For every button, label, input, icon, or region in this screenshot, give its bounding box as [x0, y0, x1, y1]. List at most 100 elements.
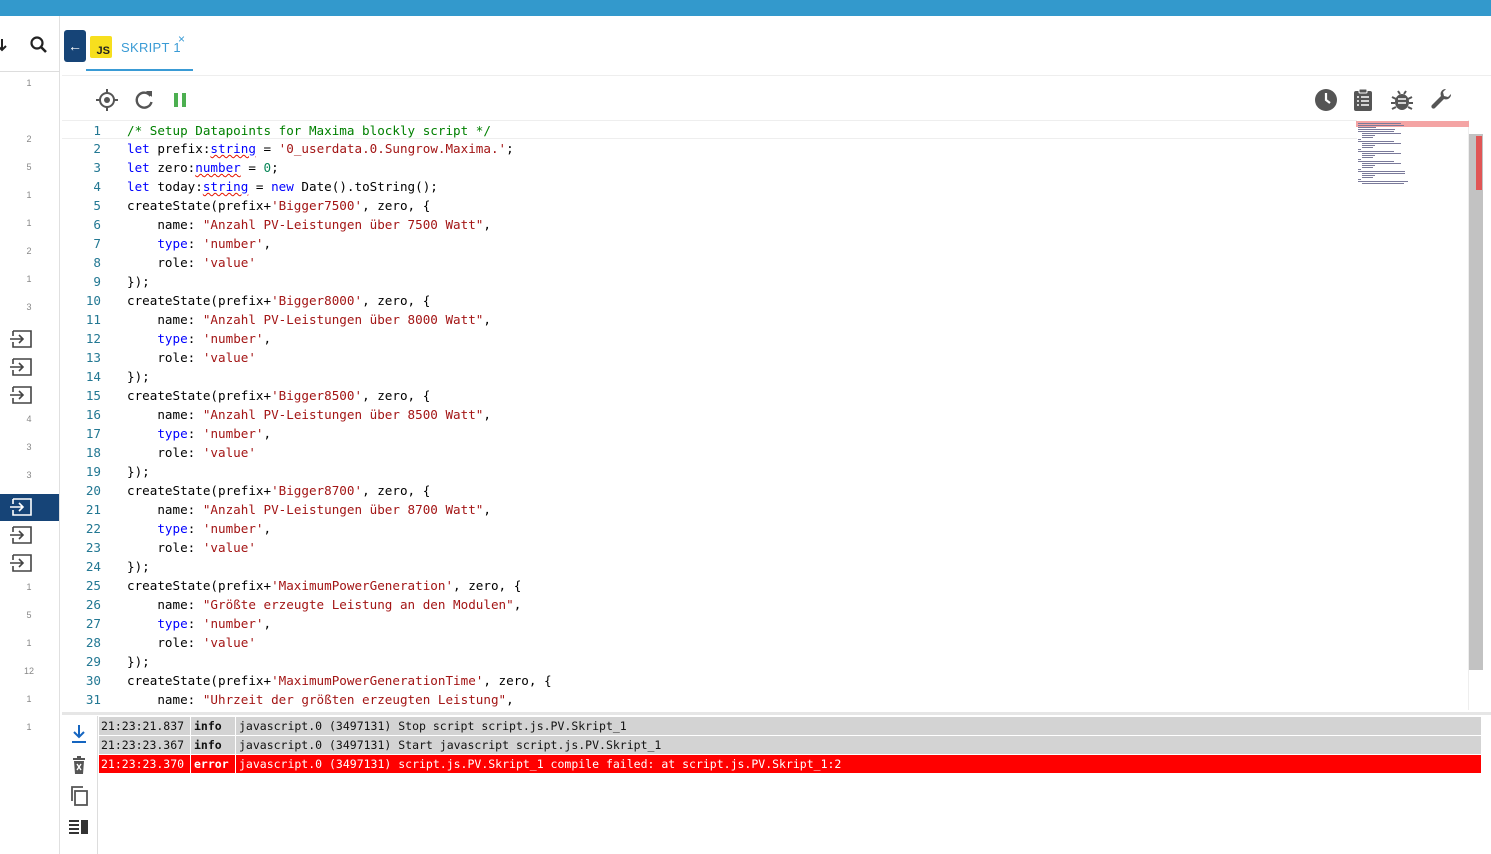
minimap-line: [1358, 123, 1402, 124]
line-number: 25: [85, 578, 101, 593]
log-message: javascript.0 (3497131) Stop script scrip…: [239, 719, 627, 733]
toggle-columns-icon[interactable]: [68, 816, 90, 838]
code-line[interactable]: 3 let zero:number = 0;: [62, 158, 1357, 177]
script-tree-count: 1: [26, 638, 32, 648]
script-entry-icon[interactable]: [10, 526, 34, 544]
pause-icon[interactable]: [168, 88, 192, 112]
code-line[interactable]: 10 createState(prefix+'Bigger8000', zero,…: [62, 291, 1357, 310]
line-number: 11: [85, 312, 101, 327]
app-top-bar: [0, 0, 1491, 16]
code-line[interactable]: 30 createState(prefix+'MaximumPowerGenera…: [62, 671, 1357, 690]
search-icon[interactable]: [29, 35, 49, 55]
script-tree-count: 1: [26, 582, 32, 592]
code-line[interactable]: 23 role: 'value': [62, 538, 1357, 557]
tab-close-icon[interactable]: ×: [178, 32, 185, 46]
log-row[interactable]: 21:23:23.367 info javascript.0 (3497131) S…: [99, 736, 1481, 754]
code-text: let prefix:string = '0_userdata.0.Sungro…: [127, 141, 514, 156]
log-row[interactable]: 21:23:23.370 error javascript.0 (3497131) …: [99, 755, 1481, 773]
bug-icon[interactable]: [1390, 88, 1414, 112]
code-text: type: 'number',: [157, 236, 272, 251]
minimap-line: [1361, 155, 1376, 156]
log-severity: info: [192, 736, 236, 754]
script-tree-count: 1: [26, 722, 32, 732]
code-line[interactable]: 29});: [62, 652, 1357, 671]
code-line[interactable]: 17 type: 'number',: [62, 424, 1357, 443]
editor-toolbar: [62, 78, 1482, 120]
code-text: name: "Anzahl PV-Leistungen über 8500 Wa…: [127, 407, 491, 422]
code-line[interactable]: 26 name: "Größte erzeugte Leistung an de…: [62, 595, 1357, 614]
script-tree-count: 3: [26, 302, 32, 312]
line-number: 18: [85, 445, 101, 460]
code-line[interactable]: 19});: [62, 462, 1357, 481]
code-text: name: "Anzahl PV-Leistungen über 8000 Wa…: [127, 312, 491, 327]
code-line[interactable]: 18 role: 'value': [62, 443, 1357, 462]
tab-bar: ← JS SKRIPT 1 ×: [62, 16, 1491, 76]
code-line[interactable]: 22 type: 'number',: [62, 519, 1357, 538]
code-line[interactable]: 1 /* Setup Datapoints for Maxima blockly …: [62, 120, 1357, 139]
code-editor[interactable]: 1 /* Setup Datapoints for Maxima blockly …: [62, 120, 1482, 710]
line-number: 29: [85, 654, 101, 669]
script-tree-count: 2: [26, 246, 32, 256]
code-line[interactable]: 25 createState(prefix+'MaximumPowerGenera…: [62, 576, 1357, 595]
line-number: 30: [85, 673, 101, 688]
minimap-line: [1358, 179, 1361, 180]
code-line[interactable]: 6 name: "Anzahl PV-Leistungen über 7500 …: [62, 215, 1357, 234]
script-entry-icon[interactable]: [10, 498, 34, 516]
code-line[interactable]: 28 role: 'value': [62, 633, 1357, 652]
code-line[interactable]: 4 let today:string = new Date().toString(…: [62, 177, 1357, 196]
code-line[interactable]: 8 role: 'value': [62, 253, 1357, 272]
tab-skript-1[interactable]: SKRIPT 1: [121, 40, 181, 55]
active-tab-indicator: [86, 69, 193, 71]
line-number: 17: [85, 426, 101, 441]
code-line[interactable]: 21 name: "Anzahl PV-Leistungen über 8700…: [62, 500, 1357, 519]
clear-log-icon[interactable]: [68, 754, 90, 776]
code-text: });: [127, 559, 150, 574]
code-line[interactable]: 11 name: "Anzahl PV-Leistungen über 8000…: [62, 310, 1357, 329]
line-number: 28: [85, 635, 101, 650]
code-line[interactable]: 7 type: 'number',: [62, 234, 1357, 253]
script-entry-icon[interactable]: [10, 554, 34, 572]
code-line[interactable]: 24});: [62, 557, 1357, 576]
code-line[interactable]: 16 name: "Anzahl PV-Leistungen über 8500…: [62, 405, 1357, 424]
log-toolbar: [62, 716, 98, 854]
refresh-icon[interactable]: [132, 88, 156, 112]
log-message: javascript.0 (3497131) script.js.PV.Skri…: [239, 757, 842, 771]
minimap-line: [1361, 175, 1376, 176]
code-line[interactable]: 14});: [62, 367, 1357, 386]
script-tree-count: 12: [23, 666, 34, 676]
code-text: role: 'value': [127, 635, 256, 650]
wrench-icon[interactable]: [1430, 88, 1454, 112]
code-text: name: "Größte erzeugte Leistung an den M…: [127, 597, 522, 612]
code-minimap[interactable]: [1356, 120, 1476, 710]
scroll-to-bottom-icon[interactable]: [68, 722, 90, 744]
target-icon[interactable]: [95, 88, 119, 112]
code-line[interactable]: 20 createState(prefix+'Bigger8700', zero,…: [62, 481, 1357, 500]
code-line[interactable]: 15 createState(prefix+'Bigger8500', zero,…: [62, 386, 1357, 405]
script-entry-icon[interactable]: [10, 386, 34, 404]
line-number: 4: [93, 179, 101, 194]
line-number: 20: [85, 483, 101, 498]
code-line[interactable]: 2 let prefix:string = '0_userdata.0.Sungr…: [62, 139, 1357, 158]
code-line[interactable]: 12 type: 'number',: [62, 329, 1357, 348]
minimap-line: [1358, 127, 1376, 128]
copy-icon[interactable]: [68, 785, 90, 807]
code-text: createState(prefix+'MaximumPowerGenerati…: [127, 673, 552, 688]
script-entry-icon[interactable]: [10, 358, 34, 376]
code-line[interactable]: 13 role: 'value': [62, 348, 1357, 367]
script-tree-count: 1: [26, 274, 32, 284]
clipboard-icon[interactable]: [1351, 88, 1375, 112]
code-line[interactable]: 9});: [62, 272, 1357, 291]
code-line[interactable]: 31 name: "Uhrzeit der größten erzeugten …: [62, 690, 1357, 709]
editor-scrollbar-thumb[interactable]: [1469, 134, 1483, 670]
script-entry-icon[interactable]: [10, 330, 34, 348]
code-line[interactable]: 27 type: 'number',: [62, 614, 1357, 633]
clock-icon[interactable]: [1314, 88, 1338, 112]
log-splitter[interactable]: [62, 712, 1491, 715]
code-text: type: 'number',: [157, 426, 272, 441]
code-text: name: "Anzahl PV-Leistungen über 8700 Wa…: [127, 502, 491, 517]
code-line[interactable]: 5 createState(prefix+'Bigger7500', zero, …: [62, 196, 1357, 215]
back-button[interactable]: ←: [64, 30, 86, 62]
minimap-line: [1358, 159, 1361, 160]
log-row[interactable]: 21:23:21.837 info javascript.0 (3497131) S…: [99, 717, 1481, 735]
arrow-down-icon[interactable]: [0, 36, 10, 54]
